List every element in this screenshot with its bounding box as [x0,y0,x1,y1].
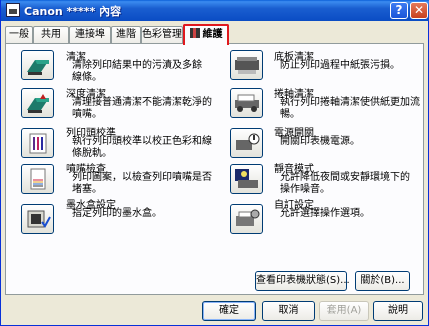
roller-cleaning-desc: 執行列印捲軸清潔使供紙更加流暢。 [280,97,420,120]
tab-strip: 一般 共用 連接埠 進階 色彩管理 維護 [5,24,425,45]
nozzle-check-icon [30,168,46,190]
window-title: Canon ***** 內容 [24,5,122,18]
tab-sharing[interactable]: 共用 [33,26,69,44]
cleaning-icon [27,60,49,75]
close-button[interactable]: ✕ [410,2,428,19]
ink-cartridge-desc: 指定列印的墨水盒。 [72,208,162,219]
properties-dialog: Canon ***** 內容 ? ✕ 一般 共用 連接埠 進階 色彩管理 維護 … [0,0,429,326]
roller-cleaning-icon [235,94,259,112]
bottom-plate-cleaning-icon [235,57,259,74]
deep-cleaning-desc: 清理接普通清潔不能清潔乾淨的噴嘴。 [72,97,212,120]
cleaning-desc: 清除列印結果中的污漬及多餘線條。 [72,60,202,83]
help-title-button[interactable]: ? [390,2,408,19]
cancel-button[interactable]: 取消 [262,301,315,321]
print-head-alignment-desc: 執行列印頭校準以校正色彩和線條脫軌。 [72,136,212,159]
printer-icon [6,3,20,17]
maintenance-panel: 清潔 清除列印結果中的污漬及多餘線條。 深度清潔 清理接普通清潔不能清潔乾淨的噴… [5,43,424,295]
quiet-mode-icon [235,169,258,188]
power-icon [236,133,260,150]
deep-cleaning-button[interactable] [21,88,54,118]
help-button[interactable]: 說明 [373,301,423,321]
view-printer-status-button[interactable]: 查看印表機狀態(S)... [255,271,350,291]
tab-maintenance-label: 維護 [202,29,223,40]
roller-cleaning-button[interactable] [230,88,263,118]
ok-button[interactable]: 確定 [202,301,256,321]
deep-cleaning-icon [27,94,49,113]
ink-cartridge-settings-button[interactable] [21,204,54,234]
power-button[interactable] [230,128,263,158]
tab-advanced[interactable]: 進階 [111,26,141,44]
title-bar[interactable]: Canon ***** 內容 ? ✕ [1,0,429,21]
quiet-mode-button[interactable] [230,164,263,194]
print-head-alignment-button[interactable] [21,128,54,158]
custom-settings-button[interactable] [230,204,263,234]
power-desc: 開關印表機電源。 [280,136,360,147]
bottom-plate-cleaning-desc: 防止列印過程中紙張污損。 [280,60,400,71]
tab-maintenance[interactable]: 維護 [183,24,229,45]
custom-settings-icon [236,209,260,226]
maintenance-tab-icon [189,28,200,38]
ink-cartridge-icon [27,210,51,228]
apply-button[interactable]: 套用(A) [319,301,369,321]
cleaning-button[interactable] [21,50,54,80]
quiet-mode-desc: 允許降低夜間或安靜環境下的操作噪音。 [280,172,410,195]
print-head-alignment-icon [29,133,47,154]
bottom-plate-cleaning-button[interactable] [230,50,263,80]
custom-settings-desc: 允許選擇操作選項。 [280,208,370,219]
tab-general[interactable]: 一般 [5,26,33,44]
nozzle-check-button[interactable] [21,164,54,194]
tab-ports[interactable]: 連接埠 [69,26,111,44]
nozzle-check-desc: 列印圖案，以檢查列印噴嘴是否堵塞。 [72,172,212,195]
tab-color-management[interactable]: 色彩管理 [141,26,183,44]
about-button[interactable]: 關於(B)... [355,271,410,291]
